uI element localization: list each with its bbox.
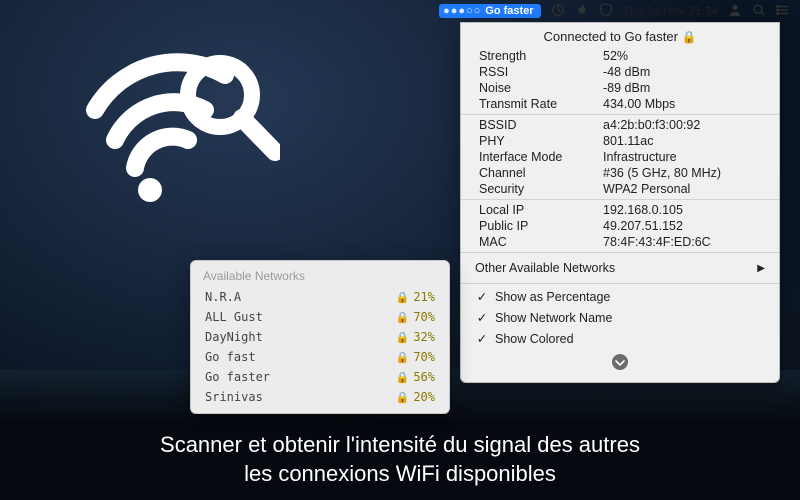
- menubar-flame-icon[interactable]: [575, 3, 589, 20]
- opt-show-percentage[interactable]: ✓ Show as Percentage: [461, 286, 779, 307]
- opt-show-name[interactable]: ✓ Show Network Name: [461, 307, 779, 328]
- menubar-list-icon[interactable]: [776, 3, 790, 20]
- network-row[interactable]: Srinivas 🔒20%: [191, 387, 449, 407]
- network-pct: 21%: [413, 290, 435, 304]
- label-txrate: Transmit Rate: [479, 97, 599, 111]
- ip-section: Local IP 192.168.0.105 Public IP 49.207.51…: [461, 202, 779, 250]
- caption-line1: Scanner et obtenir l'intensité du signal…: [160, 432, 640, 457]
- network-pct: 70%: [413, 310, 435, 324]
- value-mac: 78:4F:43:4F:ED:6C: [603, 235, 761, 249]
- app-hero-icon: [80, 40, 280, 210]
- label-channel: Channel: [479, 166, 599, 180]
- network-name: Go fast: [205, 350, 256, 364]
- signal-section: Strength 52% RSSI -48 dBm Noise -89 dBm Tra…: [461, 48, 779, 112]
- network-name: Go faster: [205, 370, 270, 384]
- value-publicip: 49.207.51.152: [603, 219, 761, 233]
- wifi-status-panel: Connected to Go faster 🔒 Strength 52% RSS…: [460, 22, 780, 383]
- value-security: WPA2 Personal: [603, 182, 761, 196]
- lock-icon: 🔒: [396, 391, 410, 404]
- lock-icon: 🔒: [682, 30, 697, 44]
- lock-icon: 🔒: [396, 311, 410, 324]
- other-networks-row[interactable]: Other Available Networks ▶: [461, 255, 779, 281]
- checkmark-icon: ✓: [475, 331, 489, 346]
- network-row[interactable]: ALL Gust 🔒70%: [191, 307, 449, 327]
- network-row[interactable]: Go faster 🔒56%: [191, 367, 449, 387]
- menubar-app-label: Go faster: [485, 5, 533, 17]
- checkmark-icon: ✓: [475, 289, 489, 304]
- menubar-datetime[interactable]: Thu 24 Nov 21:34: [623, 4, 718, 18]
- network-name: N.R.A: [205, 290, 241, 304]
- checkmark-icon: ✓: [475, 310, 489, 325]
- value-channel: #36 (5 GHz, 80 MHz): [603, 166, 761, 180]
- caption-line2: les connexions WiFi disponibles: [244, 461, 556, 486]
- network-pct: 20%: [413, 390, 435, 404]
- label-mac: MAC: [479, 235, 599, 249]
- available-networks-title: Available Networks: [191, 261, 449, 287]
- value-strength: 52%: [603, 49, 761, 63]
- label-ifmode: Interface Mode: [479, 150, 599, 164]
- value-bssid: a4:2b:b0:f3:00:92: [603, 118, 761, 132]
- menubar-shield-icon[interactable]: [599, 3, 613, 20]
- menubar-app-indicator[interactable]: ●●●○○ Go faster: [439, 4, 541, 18]
- desktop: ●●●○○ Go faster Thu 24 Nov 21:34 Connect…: [0, 0, 800, 500]
- label-bssid: BSSID: [479, 118, 599, 132]
- menubar-search-icon[interactable]: [752, 3, 766, 20]
- value-txrate: 434.00 Mbps: [603, 97, 761, 111]
- value-rssi: -48 dBm: [603, 65, 761, 79]
- network-row[interactable]: DayNight 🔒32%: [191, 327, 449, 347]
- other-networks-label: Other Available Networks: [475, 261, 615, 275]
- opt-show-percentage-label: Show as Percentage: [495, 290, 610, 304]
- label-rssi: RSSI: [479, 65, 599, 79]
- label-phy: PHY: [479, 134, 599, 148]
- value-phy: 801.11ac: [603, 134, 761, 148]
- network-row[interactable]: Go fast 🔒70%: [191, 347, 449, 367]
- menubar-user-icon[interactable]: [728, 3, 742, 20]
- network-name: Srinivas: [205, 390, 263, 404]
- label-strength: Strength: [479, 49, 599, 63]
- panel-title: Connected to Go faster 🔒: [461, 23, 779, 48]
- label-security: Security: [479, 182, 599, 196]
- opt-show-name-label: Show Network Name: [495, 311, 612, 325]
- available-networks-panel: Available Networks N.R.A 🔒21% ALL Gust 🔒…: [190, 260, 450, 414]
- opt-show-colored[interactable]: ✓ Show Colored: [461, 328, 779, 349]
- value-ifmode: Infrastructure: [603, 150, 761, 164]
- network-name: DayNight: [205, 330, 263, 344]
- triangle-right-icon: ▶: [757, 263, 765, 274]
- label-noise: Noise: [479, 81, 599, 95]
- network-pct: 32%: [413, 330, 435, 344]
- signal-dots-icon: ●●●○○: [443, 5, 481, 17]
- network-row[interactable]: N.R.A 🔒21%: [191, 287, 449, 307]
- opt-show-colored-label: Show Colored: [495, 332, 574, 346]
- lock-icon: 🔒: [396, 351, 410, 364]
- expand-down-button[interactable]: [461, 349, 779, 382]
- value-localip: 192.168.0.105: [603, 203, 761, 217]
- network-pct: 56%: [413, 370, 435, 384]
- label-publicip: Public IP: [479, 219, 599, 233]
- label-localip: Local IP: [479, 203, 599, 217]
- network-name: ALL Gust: [205, 310, 263, 324]
- lock-icon: 🔒: [396, 331, 410, 344]
- lock-icon: 🔒: [396, 291, 410, 304]
- network-pct: 70%: [413, 350, 435, 364]
- lock-icon: 🔒: [396, 371, 410, 384]
- menubar-status-icon-1[interactable]: [551, 3, 565, 20]
- radio-section: BSSID a4:2b:b0:f3:00:92 PHY 801.11ac Inter…: [461, 117, 779, 197]
- menubar: ●●●○○ Go faster Thu 24 Nov 21:34: [439, 0, 800, 22]
- value-noise: -89 dBm: [603, 81, 761, 95]
- marketing-caption: Scanner et obtenir l'intensité du signal…: [0, 420, 800, 500]
